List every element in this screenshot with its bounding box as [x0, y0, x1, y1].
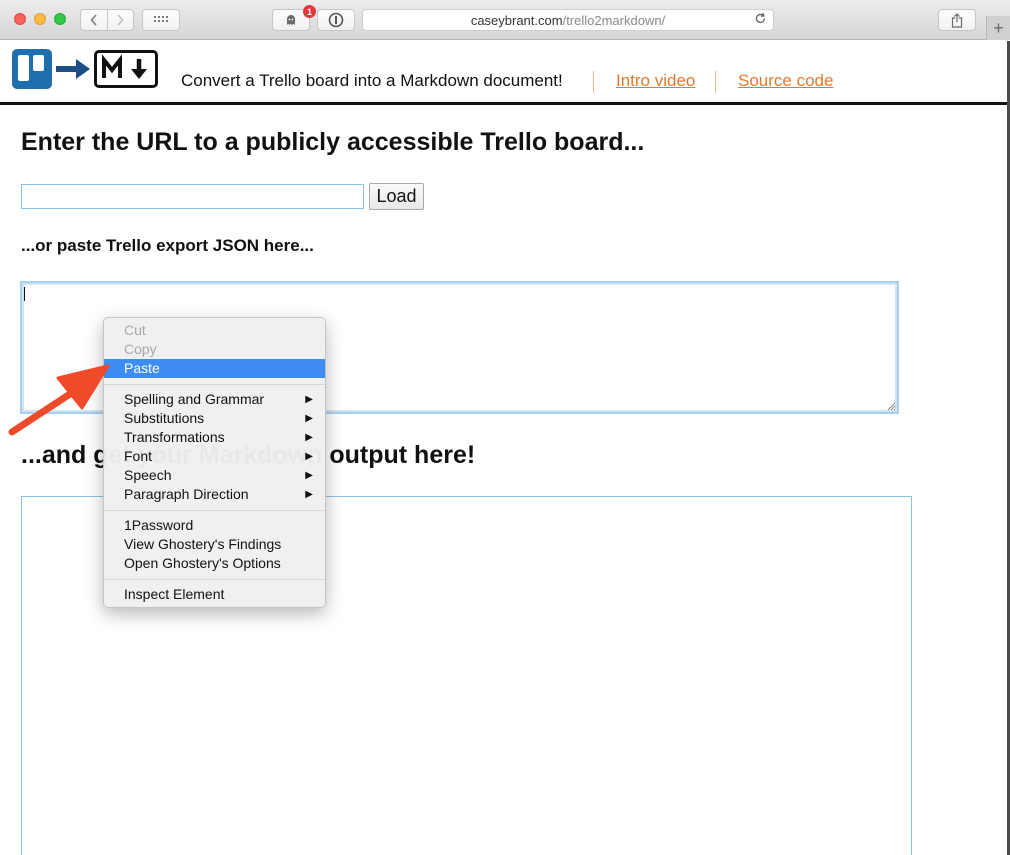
menu-separator — [104, 384, 325, 385]
1password-button[interactable] — [317, 9, 355, 31]
menu-separator — [104, 579, 325, 580]
menu-item-cut[interactable]: Cut — [104, 321, 325, 340]
share-icon — [951, 12, 963, 28]
menu-item-label: Transformations — [124, 429, 225, 445]
menu-item-1password[interactable]: 1Password — [104, 516, 325, 535]
chevron-right-icon — [117, 14, 124, 26]
menu-item-transformations[interactable]: Transformations ▶ — [104, 428, 325, 447]
submenu-arrow-icon: ▶ — [305, 394, 313, 405]
menu-item-copy[interactable]: Copy — [104, 340, 325, 359]
context-menu: Cut Copy Paste Spelling and Grammar ▶ Su… — [103, 317, 326, 608]
close-window-button[interactable] — [14, 13, 26, 25]
submenu-arrow-icon: ▶ — [305, 489, 313, 500]
url-host: caseybrant.com — [470, 12, 563, 28]
submenu-arrow-icon: ▶ — [305, 451, 313, 462]
source-code-link[interactable]: Source code — [738, 71, 833, 91]
zoom-window-button[interactable] — [54, 13, 66, 25]
minimize-window-button[interactable] — [34, 13, 46, 25]
back-button[interactable] — [80, 9, 108, 31]
new-tab-button[interactable]: + — [986, 16, 1010, 40]
menu-item-substitutions[interactable]: Substitutions ▶ — [104, 409, 325, 428]
menu-item-open-ghostery-options[interactable]: Open Ghostery's Options — [104, 554, 325, 573]
address-bar[interactable]: caseybrant.com/trello2markdown/ — [362, 9, 774, 31]
browser-toolbar: 1 caseybrant.com/trello2markdown/ + — [0, 0, 1010, 40]
trello-logo-icon — [12, 49, 52, 89]
site-tagline: Convert a Trello board into a Markdown d… — [181, 71, 563, 90]
menu-separator — [104, 510, 325, 511]
resize-handle-icon[interactable] — [886, 401, 896, 411]
ghost-icon — [287, 15, 295, 25]
grid-icon — [154, 16, 168, 22]
submenu-arrow-icon: ▶ — [305, 413, 313, 424]
load-button[interactable]: Load — [369, 183, 424, 210]
menu-item-font[interactable]: Font ▶ — [104, 447, 325, 466]
menu-item-label: Paragraph Direction — [124, 486, 249, 502]
menu-item-label: Substitutions — [124, 410, 205, 426]
page-title: Enter the URL to a publicly accessible T… — [21, 128, 645, 156]
menu-item-label: Spelling and Grammar — [124, 391, 265, 407]
url-path: /trello2markdown/ — [562, 12, 666, 28]
forward-button[interactable] — [107, 9, 134, 31]
annotation-arrow-icon — [8, 364, 110, 436]
menu-item-label: Speech — [124, 467, 172, 483]
menu-item-speech[interactable]: Speech ▶ — [104, 466, 325, 485]
browser-window: 1 caseybrant.com/trello2markdown/ + Conv… — [0, 0, 1010, 855]
ghostery-badge: 1 — [303, 5, 316, 18]
menu-item-paste[interactable]: Paste — [104, 359, 325, 378]
text-caret — [24, 287, 25, 301]
menu-item-label: Font — [124, 448, 153, 464]
share-button[interactable] — [938, 9, 976, 31]
menu-item-view-ghostery-findings[interactable]: View Ghostery's Findings — [104, 535, 325, 554]
arrow-right-icon — [56, 59, 90, 79]
reload-icon[interactable] — [754, 12, 767, 28]
top-sites-button[interactable] — [142, 9, 180, 31]
markdown-logo-icon — [94, 50, 158, 88]
submenu-arrow-icon: ▶ — [305, 432, 313, 443]
header-divider — [715, 71, 716, 93]
menu-item-paragraph-direction[interactable]: Paragraph Direction ▶ — [104, 485, 325, 504]
1password-icon — [328, 12, 344, 28]
menu-item-inspect-element[interactable]: Inspect Element — [104, 585, 325, 604]
submenu-arrow-icon: ▶ — [305, 470, 313, 481]
trello-url-input[interactable] — [21, 184, 364, 209]
menu-item-spelling-and-grammar[interactable]: Spelling and Grammar ▶ — [104, 390, 325, 409]
header-divider — [593, 71, 594, 93]
intro-video-link[interactable]: Intro video — [616, 71, 695, 91]
site-header: Convert a Trello board into a Markdown d… — [0, 41, 1007, 105]
chevron-left-icon — [90, 14, 97, 26]
paste-json-label: ...or paste Trello export JSON here... — [21, 236, 314, 255]
nav-buttons — [80, 9, 134, 31]
